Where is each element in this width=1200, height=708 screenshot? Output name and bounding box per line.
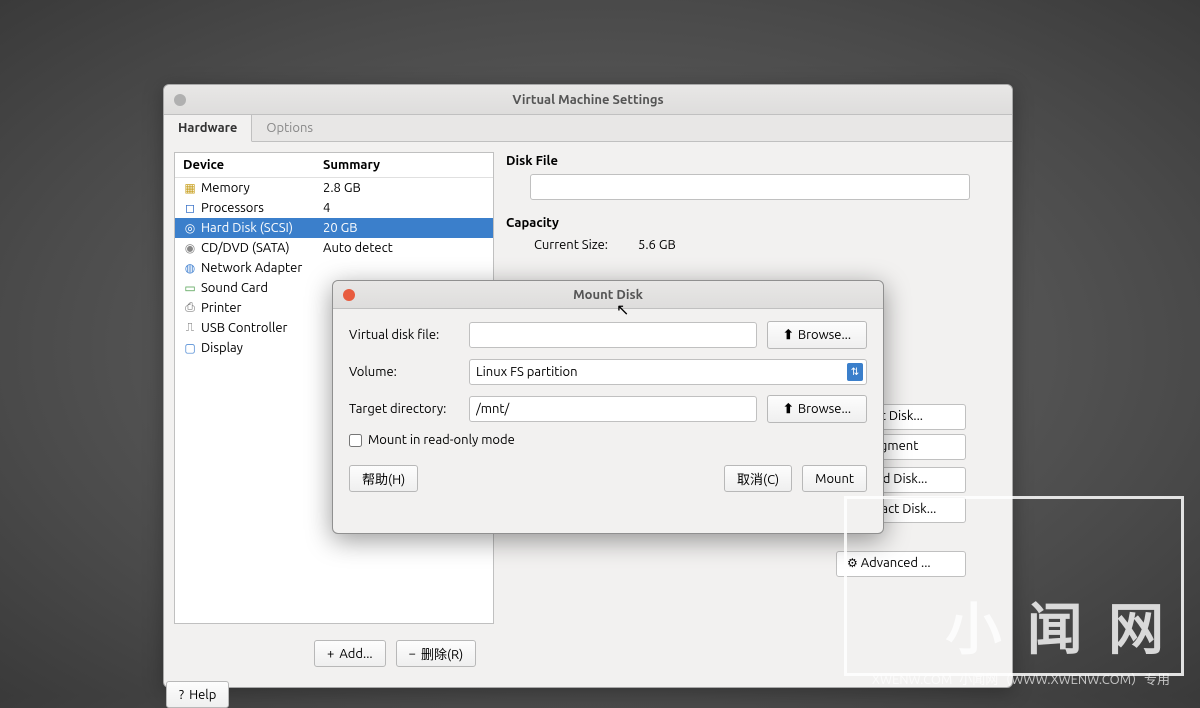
add-label: Add... bbox=[339, 647, 372, 661]
advanced-button[interactable]: ⚙ Advanced ... bbox=[836, 551, 966, 577]
printer-icon: ⎙ bbox=[183, 301, 197, 315]
col-summary: Summary bbox=[323, 158, 485, 172]
remove-label: 删除(R) bbox=[421, 644, 463, 663]
help-label: Help bbox=[189, 688, 216, 702]
gear-icon: ⚙ bbox=[847, 557, 858, 570]
device-hard-disk[interactable]: ◎ Hard Disk (SCSI) 20 GB bbox=[175, 218, 493, 238]
help-icon: ? bbox=[179, 688, 184, 702]
device-label: Display bbox=[201, 341, 243, 355]
browse-label: Browse... bbox=[798, 402, 851, 416]
add-button[interactable]: + Add... bbox=[314, 640, 386, 667]
device-label: Sound Card bbox=[201, 281, 268, 295]
dialog-help-button[interactable]: 帮助(H) bbox=[349, 465, 418, 492]
usb-icon: ⎍ bbox=[183, 321, 197, 335]
help-button[interactable]: ? Help bbox=[166, 681, 229, 708]
col-device: Device bbox=[183, 158, 323, 172]
device-label: Hard Disk (SCSI) bbox=[201, 221, 293, 235]
minus-icon: − bbox=[409, 647, 416, 661]
device-label: CD/DVD (SATA) bbox=[201, 241, 290, 255]
current-size-label: Current Size: bbox=[534, 238, 638, 252]
device-memory[interactable]: ▦ Memory 2.8 GB bbox=[175, 178, 493, 198]
tab-hardware[interactable]: Hardware bbox=[164, 115, 252, 142]
device-cd-dvd[interactable]: ◉ CD/DVD (SATA) Auto detect bbox=[175, 238, 493, 258]
dialog-titlebar: Mount Disk bbox=[333, 281, 883, 309]
dropdown-icon: ⇅ bbox=[847, 363, 863, 381]
device-label: Printer bbox=[201, 301, 241, 315]
readonly-label: Mount in read-only mode bbox=[368, 433, 515, 447]
device-list-header: Device Summary bbox=[175, 153, 493, 178]
sound-icon: ▭ bbox=[183, 281, 197, 295]
cd-icon: ◉ bbox=[183, 241, 197, 255]
readonly-checkbox[interactable] bbox=[349, 434, 362, 447]
mount-disk-dialog: Mount Disk Virtual disk file: ⬆ Browse...… bbox=[332, 280, 884, 534]
target-directory-input[interactable] bbox=[469, 396, 757, 422]
main-titlebar: Virtual Machine Settings bbox=[164, 85, 1012, 115]
device-network[interactable]: ◍ Network Adapter bbox=[175, 258, 493, 278]
browse-target-button[interactable]: ⬆ Browse... bbox=[767, 395, 867, 423]
virtual-disk-file-input[interactable] bbox=[469, 322, 757, 348]
disk-file-input[interactable] bbox=[530, 174, 970, 200]
upload-icon: ⬆ bbox=[783, 402, 794, 417]
device-processors[interactable]: ◻ Processors 4 bbox=[175, 198, 493, 218]
target-directory-label: Target directory: bbox=[349, 402, 459, 416]
device-label: Processors bbox=[201, 201, 264, 215]
device-label: Network Adapter bbox=[201, 261, 302, 275]
device-summary: 4 bbox=[323, 201, 485, 215]
browse-label: Browse... bbox=[798, 328, 851, 342]
display-icon: ▢ bbox=[183, 341, 197, 355]
window-title: Virtual Machine Settings bbox=[164, 93, 1012, 107]
device-summary: Auto detect bbox=[323, 241, 485, 255]
bottom-toolbar: + Add... −删除(R) bbox=[164, 634, 1012, 673]
cancel-button[interactable]: 取消(C) bbox=[724, 465, 792, 492]
capacity-label: Capacity bbox=[506, 216, 990, 230]
device-summary: 20 GB bbox=[323, 221, 485, 235]
network-icon: ◍ bbox=[183, 261, 197, 275]
cpu-icon: ◻ bbox=[183, 201, 197, 215]
device-label: USB Controller bbox=[201, 321, 287, 335]
current-size-value: 5.6 GB bbox=[638, 238, 676, 252]
volume-select[interactable]: Linux FS partition bbox=[469, 359, 867, 385]
tab-options[interactable]: Options bbox=[252, 115, 327, 141]
current-size-row: Current Size: 5.6 GB bbox=[506, 236, 990, 254]
mount-button[interactable]: Mount bbox=[802, 465, 867, 492]
disk-icon: ◎ bbox=[183, 221, 197, 235]
device-label: Memory bbox=[201, 181, 250, 195]
upload-icon: ⬆ bbox=[783, 328, 794, 343]
memory-icon: ▦ bbox=[183, 181, 197, 195]
remove-button[interactable]: −删除(R) bbox=[396, 640, 477, 667]
plus-icon: + bbox=[327, 647, 334, 661]
browse-vdf-button[interactable]: ⬆ Browse... bbox=[767, 321, 867, 349]
virtual-disk-file-label: Virtual disk file: bbox=[349, 328, 459, 342]
volume-label: Volume: bbox=[349, 365, 459, 379]
disk-file-label: Disk File bbox=[506, 154, 990, 168]
dialog-title: Mount Disk bbox=[333, 288, 883, 302]
tab-bar: Hardware Options bbox=[164, 115, 1012, 142]
device-summary: 2.8 GB bbox=[323, 181, 485, 195]
help-row: ? Help bbox=[164, 673, 1012, 708]
advanced-label: Advanced ... bbox=[861, 556, 931, 570]
